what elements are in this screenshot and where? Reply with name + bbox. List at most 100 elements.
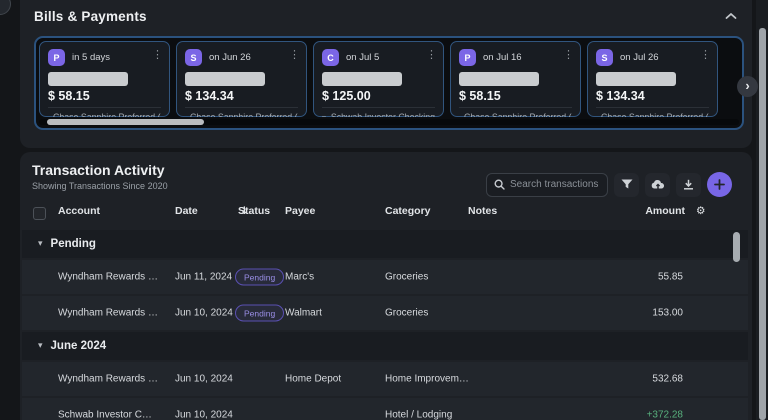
due-date-label: on Jul 5 [346,52,380,63]
cell-category: Home Improvem… [385,373,469,385]
cell-payee: Home Depot [285,373,342,385]
group-label: Pending [50,238,96,250]
sort-descending-icon: ↓ [240,205,249,217]
bill-card-header: C on Jul 5 [322,49,435,66]
bill-amount: $ 134.34 [185,89,234,103]
cell-amount: 532.68 [652,373,683,385]
column-date[interactable]: Date [175,205,198,217]
payee-avatar: P [48,49,65,66]
bill-account-line: Schwab Investor Checking [322,107,435,117]
transactions-table-body: ▾ Pending Wyndham Rewards … Jun 11, 2024… [22,230,748,420]
cell-date: Jun 10, 2024 [175,373,233,385]
bill-account-name: Chase Sapphire Preferred (Lisa) [464,112,572,117]
cell-date: Jun 10, 2024 [175,409,233,420]
redacted-payee-name [322,72,402,86]
bill-amount: $ 125.00 [322,89,371,103]
group-header-june-2024[interactable]: ▾ June 2024 [22,332,748,360]
group-label: June 2024 [50,340,107,352]
pending-status-badge: Pending [235,268,285,286]
column-amount[interactable]: Amount [580,205,685,217]
due-date-label: on Jun 26 [209,52,251,63]
cell-amount: +372.28 [646,409,683,420]
transaction-row[interactable]: Wyndham Rewards … Jun 10, 2024 Home Depo… [22,362,748,396]
cell-category: Groceries [385,271,429,283]
filter-button[interactable] [614,172,639,197]
column-account[interactable]: Account [58,205,100,217]
bills-card-scroller: P in 5 days ⋮ $ 58.15 Chase Sapphire Pre… [34,36,744,130]
table-column-header: Account Date Status ↓ Payee Category Note… [20,205,752,229]
table-settings-gear-icon[interactable]: ⚙ [696,205,705,217]
bills-payments-title: Bills & Payments [34,9,147,24]
cell-account: Wyndham Rewards … [58,271,158,283]
column-notes[interactable]: Notes [468,205,497,217]
group-header-pending[interactable]: ▾ Pending [22,230,748,258]
column-payee[interactable]: Payee [285,205,315,217]
caret-down-icon: ▾ [38,341,43,351]
download-icon [684,179,693,190]
bill-card[interactable]: P in 5 days ⋮ $ 58.15 Chase Sapphire Pre… [39,41,170,117]
bill-account-line: Chase Sapphire Preferred (Lisa) [185,107,298,117]
bill-account-line: Chase Sapphire Preferred (Lisa) [459,107,572,117]
transaction-row[interactable]: Schwab Investor C… Jun 10, 2024 Hotel / … [22,398,748,420]
bills-card-row: P in 5 days ⋮ $ 58.15 Chase Sapphire Pre… [39,41,739,117]
card-menu-icon[interactable]: ⋮ [289,49,300,60]
cell-category: Hotel / Lodging [385,409,453,420]
download-button[interactable] [676,172,701,197]
bill-account-name: Schwab Investor Checking [330,112,435,117]
card-menu-icon[interactable]: ⋮ [426,49,437,60]
corner-widget-button[interactable] [0,0,11,15]
bill-account-name: Chase Sapphire Preferred (Lisa) [601,112,709,117]
cell-account: Schwab Investor C… [58,409,152,420]
page-scrollbar-thumb[interactable] [759,28,766,420]
card-menu-icon[interactable]: ⋮ [152,49,163,60]
payee-avatar: C [322,49,339,66]
caret-down-icon: ▾ [38,239,43,249]
cell-payee: Marc's [285,271,315,283]
bill-card[interactable]: S on Jun 26 ⋮ $ 134.34 Chase Sapphire Pr… [176,41,307,117]
cell-account: Wyndham Rewards … [58,373,158,385]
due-date-label: on Jul 26 [620,52,659,63]
payee-avatar: P [459,49,476,66]
transaction-row[interactable]: Wyndham Rewards … Jun 11, 2024 Pending M… [22,260,748,294]
card-menu-icon[interactable]: ⋮ [700,49,711,60]
cell-date: Jun 11, 2024 [175,271,233,283]
select-all-checkbox[interactable] [33,207,46,220]
add-transaction-button[interactable] [707,172,732,197]
app-background: { "bills": { "title": "Bills & Payments"… [0,0,768,420]
bill-account-name: Chase Sapphire Preferred (Lisa) [190,112,298,117]
filter-icon [621,179,632,189]
cell-amount: 153.00 [652,307,683,319]
cell-date: Jun 10, 2024 [175,307,233,319]
cell-status: Pending [235,268,285,286]
bill-card-header: S on Jul 26 [596,49,709,66]
transaction-activity-subtitle: Showing Transactions Since 2020 [32,181,168,191]
bill-card[interactable]: P on Jul 16 ⋮ $ 58.15 Chase Sapphire Pre… [450,41,581,117]
cards-scrollbar-thumb[interactable] [47,119,204,125]
cell-category: Groceries [385,307,429,319]
bill-amount: $ 58.15 [459,89,501,103]
chevron-up-icon [725,13,737,19]
bill-card[interactable]: S on Jul 26 ⋮ $ 134.34 Chase Sapphire Pr… [587,41,718,117]
redacted-payee-name [48,72,128,86]
cloud-upload-icon [651,180,664,189]
search-box[interactable] [486,172,608,197]
transaction-activity-title: Transaction Activity [32,162,165,178]
bill-card-header: S on Jun 26 [185,49,298,66]
bill-card[interactable]: C on Jul 5 ⋮ $ 125.00 Schwab Investor Ch… [313,41,444,117]
cards-horizontal-scrollbar[interactable] [39,119,739,125]
collapse-section-button[interactable] [724,10,738,22]
search-input[interactable] [510,179,600,190]
redacted-payee-name [459,72,539,86]
transaction-row[interactable]: Wyndham Rewards … Jun 10, 2024 Pending W… [22,296,748,330]
chevron-right-icon: › [745,78,750,93]
cell-status: Pending [235,304,285,322]
transactions-toolbar [486,172,732,197]
transaction-activity-panel: Transaction Activity Showing Transaction… [20,152,752,420]
table-scrollbar-thumb[interactable] [733,232,740,262]
payee-avatar: S [596,49,613,66]
card-menu-icon[interactable]: ⋮ [563,49,574,60]
column-category[interactable]: Category [385,205,431,217]
bills-payments-panel: Bills & Payments P in 5 days ⋮ $ 58.15 C… [20,0,758,148]
upload-button[interactable] [645,172,670,197]
next-cards-button[interactable]: › [737,76,758,97]
